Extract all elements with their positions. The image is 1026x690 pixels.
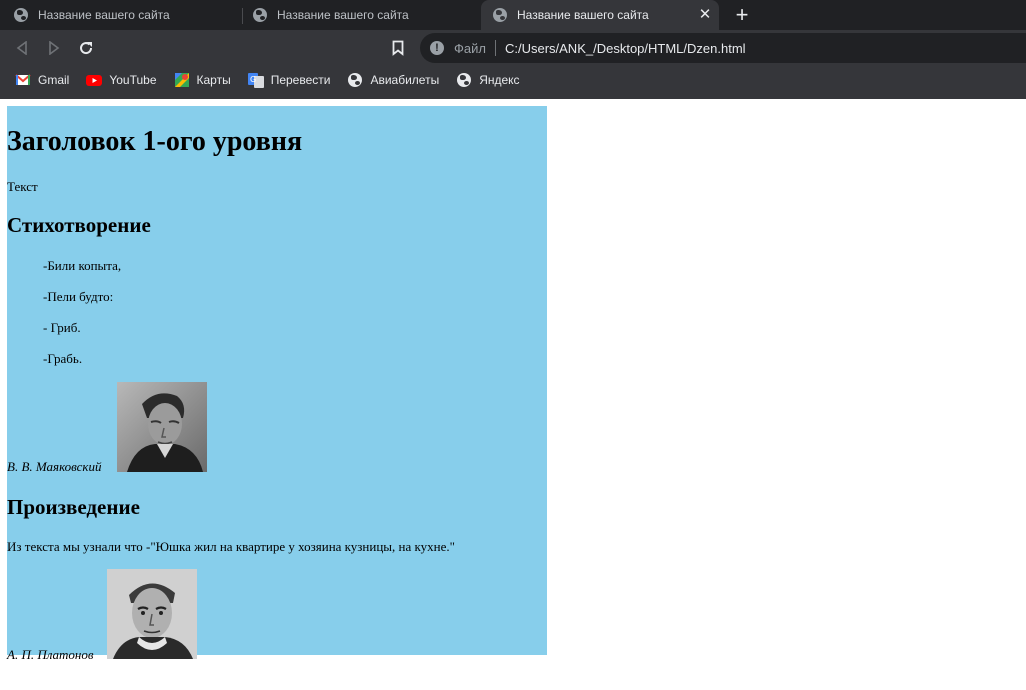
bookmark-label: Карты: [196, 73, 231, 87]
bookmark-yandex[interactable]: Яндекс: [456, 72, 520, 88]
bookmark-gmail[interactable]: Gmail: [15, 72, 69, 88]
info-icon[interactable]: !: [430, 41, 444, 55]
maps-icon: [174, 73, 189, 87]
poem-line: -Грабь.: [43, 351, 83, 366]
svg-text:G: G: [250, 75, 256, 84]
gmail-icon: [15, 74, 31, 85]
tab-title: Название вашего сайта: [517, 8, 649, 22]
new-tab-button[interactable]: +: [730, 3, 754, 27]
poem-line: -Пели будто:: [43, 289, 114, 304]
tab-title: Название вашего сайта: [277, 8, 409, 22]
page-viewport: Заголовок 1-ого уровня Текст Стихотворен…: [0, 99, 1026, 690]
intro-text: Текст: [7, 179, 38, 194]
globe-icon: [457, 73, 472, 87]
poem-line: - Гриб.: [43, 320, 81, 335]
poem-heading: Стихотворение: [7, 213, 151, 237]
tab-title: Название вашего сайта: [38, 8, 170, 22]
close-tab-icon[interactable]: ✕: [697, 7, 713, 23]
page-heading: Заголовок 1-ого уровня: [7, 126, 303, 157]
mayakovsky-photo: [117, 382, 207, 472]
page-content-block: Заголовок 1-ого уровня Текст Стихотворен…: [7, 106, 547, 662]
forward-button[interactable]: [42, 36, 66, 60]
address-scheme-label: Файл: [454, 40, 486, 56]
work-text: Из текста мы узнали что -"Юшка жил на кв…: [7, 539, 455, 554]
bookmark-label: Яндекс: [479, 73, 520, 87]
bookmark-youtube[interactable]: YouTube: [86, 72, 157, 88]
address-url[interactable]: C:/Users/ANK_/Desktop/HTML/Dzen.html: [505, 41, 746, 56]
toolbar: ! Файл C:/Users/ANK_/Desktop/HTML/Dzen.h…: [0, 30, 1026, 66]
address-separator: [494, 40, 496, 56]
browser-chrome: Название вашего сайта Название вашего са…: [0, 0, 1026, 99]
poem-author-caption: В. В. Маяковский: [7, 459, 102, 474]
bookmark-maps[interactable]: Карты: [174, 72, 231, 88]
globe-icon: [14, 8, 28, 22]
bookmark-label: Авиабилеты: [370, 73, 440, 87]
bookmark-aviabilety[interactable]: Авиабилеты: [347, 72, 439, 88]
globe-icon: [493, 8, 507, 22]
tab-1[interactable]: Название вашего сайта: [2, 0, 240, 30]
tab-2[interactable]: Название вашего сайта: [241, 0, 479, 30]
poem-line: -Били копыта,: [43, 258, 122, 273]
youtube-icon: [86, 75, 103, 86]
bookmark-translate[interactable]: G Перевести: [247, 72, 331, 88]
bookmark-label: Перевести: [270, 73, 331, 87]
back-button[interactable]: [10, 36, 34, 60]
bookmark-this-page-button[interactable]: [388, 36, 408, 60]
tab-3-active[interactable]: Название вашего сайта ✕: [481, 0, 719, 30]
reload-icon: [80, 42, 93, 55]
bookmark-label: Gmail: [38, 73, 70, 87]
bookmark-icon: [392, 40, 404, 56]
tab-strip: Название вашего сайта Название вашего са…: [0, 0, 1026, 30]
globe-icon: [348, 73, 363, 87]
translate-icon: G: [247, 73, 264, 88]
bookmark-label: YouTube: [109, 73, 157, 87]
address-bar[interactable]: ! Файл C:/Users/ANK_/Desktop/HTML/Dzen.h…: [420, 33, 1026, 63]
work-heading: Произведение: [7, 495, 140, 519]
platonov-photo: [107, 569, 197, 659]
back-arrow-icon: [16, 40, 27, 56]
work-author-caption: А. П. Платонов: [7, 647, 94, 662]
bookmarks-bar: Gmail YouTube Карты G Перевести Авиабиле…: [0, 66, 1026, 94]
forward-arrow-icon: [49, 40, 60, 56]
globe-icon: [253, 8, 267, 22]
reload-button[interactable]: [74, 36, 98, 60]
